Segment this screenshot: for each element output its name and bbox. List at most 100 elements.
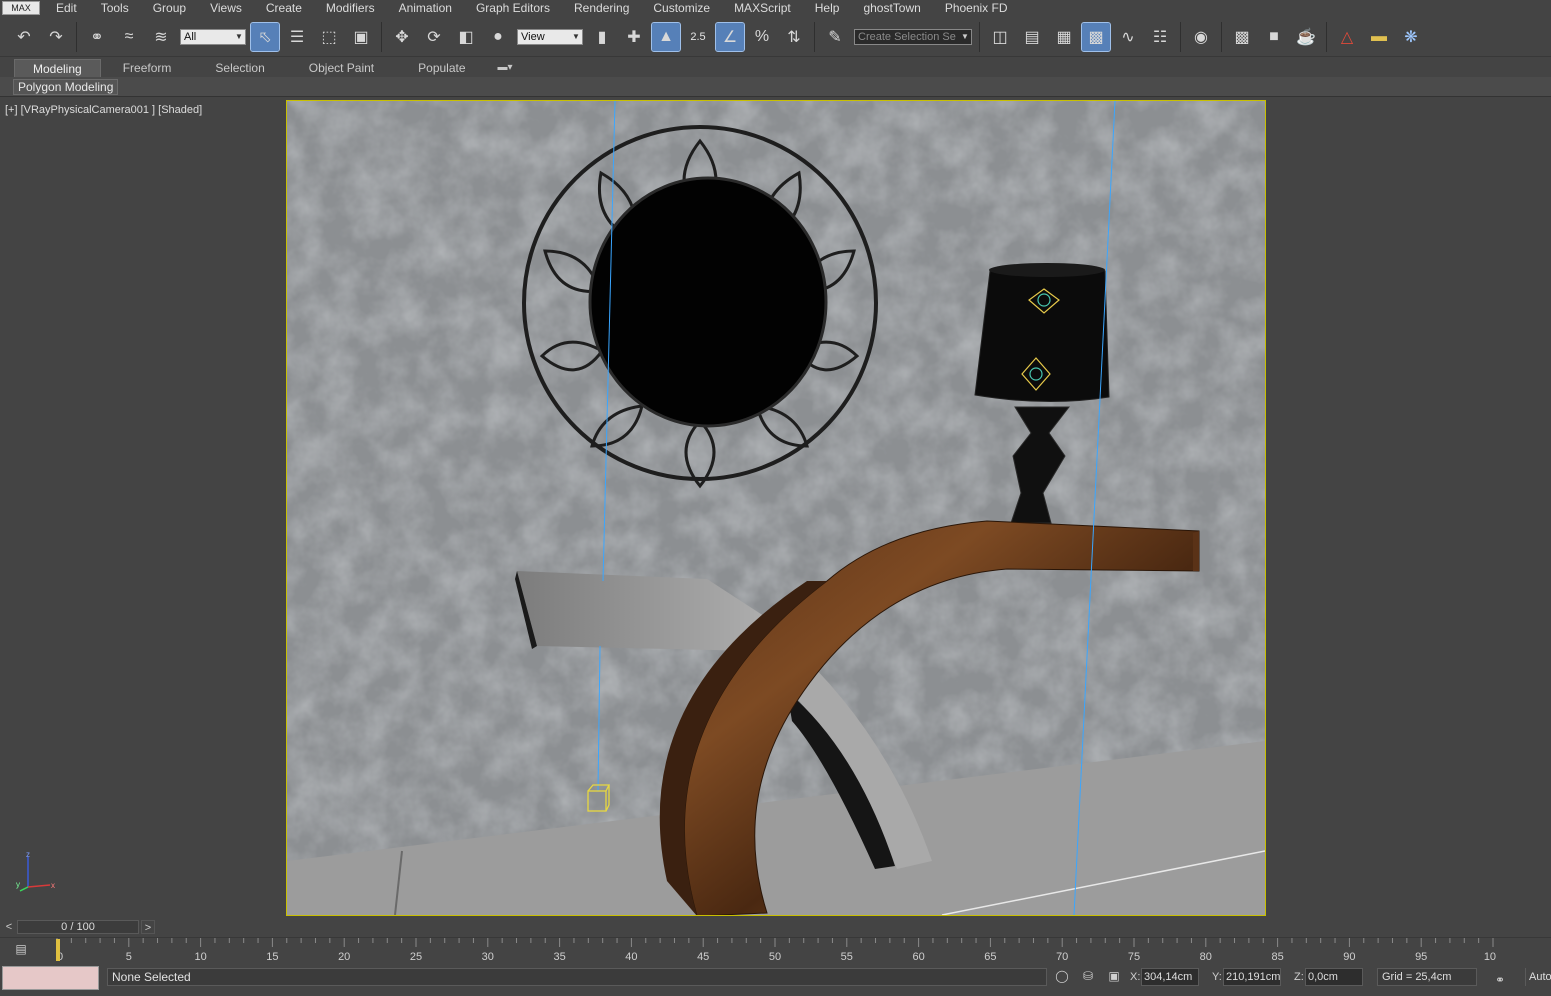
tab-selection[interactable]: Selection — [193, 59, 286, 77]
menu-modifiers[interactable]: Modifiers — [314, 0, 387, 16]
snaps-toggle-icon[interactable]: 2.5 — [684, 23, 712, 51]
menu-graph-editors[interactable]: Graph Editors — [464, 0, 562, 16]
selection-filter-value: All — [184, 30, 197, 43]
time-slider-frame[interactable]: 0 / 100 — [17, 920, 139, 934]
ruler-label: 15 — [266, 951, 278, 963]
spinner-snap-icon[interactable]: ⇅ — [780, 23, 808, 51]
menu-group[interactable]: Group — [141, 0, 198, 16]
curve-editor-mini-icon[interactable]: ▤ — [10, 942, 32, 958]
curve-editor-icon[interactable]: ∿ — [1114, 23, 1142, 51]
align-icon[interactable]: ▤ — [1018, 23, 1046, 51]
time-slider[interactable]: < 0 / 100 > — [0, 918, 1551, 936]
rotate-icon[interactable]: ⟳ — [420, 23, 448, 51]
selection-set-placeholder: Create Selection Se — [858, 30, 956, 43]
z-coord-field[interactable]: 0,0cm — [1305, 968, 1363, 986]
link-icon[interactable]: ⚭ — [83, 23, 111, 51]
select-object-icon[interactable]: ⬁ — [250, 21, 280, 52]
status-selection: None Selected — [107, 968, 1047, 986]
tab-object-paint[interactable]: Object Paint — [287, 59, 396, 77]
app-logo[interactable]: MAX — [2, 1, 40, 15]
ruler-label: 95 — [1415, 951, 1427, 963]
vray-icon[interactable]: △ — [1333, 23, 1361, 51]
window-crossing-icon[interactable]: ▣ — [347, 23, 375, 51]
menu-animation[interactable]: Animation — [387, 0, 464, 16]
rectangular-selection-icon[interactable]: ⬚ — [315, 23, 343, 51]
ruler-label: 10 — [194, 951, 206, 963]
camera-view[interactable] — [286, 100, 1266, 916]
lock-icon[interactable]: ⛁ — [1080, 969, 1096, 985]
scene-explorer-icon[interactable]: ▩ — [1081, 21, 1111, 52]
selection-set-dropdown[interactable]: Create Selection Se ▼ — [854, 28, 972, 45]
undo-icon[interactable]: ↶ — [10, 23, 38, 51]
ribbon-options-icon[interactable]: ▬▾ — [488, 59, 523, 77]
toolbar-divider — [979, 21, 980, 52]
maxscript-mini-listener[interactable] — [2, 966, 99, 990]
rendered-frame-window-icon[interactable]: ■ — [1260, 23, 1288, 51]
schematic-view-icon[interactable]: ☷ — [1146, 23, 1174, 51]
unlink-icon[interactable]: ≈ — [115, 23, 143, 51]
render-production-icon[interactable]: ☕ — [1292, 23, 1320, 51]
menu-tools[interactable]: Tools — [89, 0, 141, 16]
scale-icon[interactable]: ◧ — [452, 23, 480, 51]
menu-maxscript[interactable]: MAXScript — [722, 0, 803, 16]
render-setup-icon[interactable]: ▩ — [1228, 23, 1256, 51]
selection-filter-dropdown[interactable]: All ▼ — [180, 28, 246, 45]
move-icon[interactable]: ✥ — [388, 23, 416, 51]
ruler-label: 35 — [553, 951, 565, 963]
scene-render — [287, 101, 1265, 915]
toolbar-divider — [381, 21, 382, 52]
ruler-label: 75 — [1128, 951, 1140, 963]
menu-phoenix-fd[interactable]: Phoenix FD — [933, 0, 1020, 16]
menu-help[interactable]: Help — [803, 0, 852, 16]
bind-spacewarp-icon[interactable]: ≋ — [147, 23, 175, 51]
absolute-mode-icon[interactable]: ▣ — [1106, 969, 1122, 985]
x-label: X: — [1130, 971, 1141, 983]
ruler-label: 55 — [841, 951, 853, 963]
particle-icon[interactable]: ❋ — [1397, 23, 1425, 51]
key-icon[interactable]: ⚭ — [1492, 973, 1508, 989]
placement-icon[interactable]: ● — [484, 23, 512, 51]
percent-snap-icon[interactable]: % — [748, 23, 776, 51]
edit-named-selection-icon[interactable]: ✎ — [821, 23, 849, 51]
grid-size: Grid = 25,4cm — [1377, 968, 1477, 986]
ruler-label: 30 — [482, 951, 494, 963]
y-coord-field[interactable]: 210,191cm — [1223, 968, 1281, 986]
time-next-button[interactable]: > — [141, 920, 155, 934]
viewport[interactable]: [+] [VRayPhysicalCamera001 ] [Shaded] z … — [0, 99, 1551, 917]
auto-key-button[interactable]: Auto — [1525, 968, 1551, 986]
vray-tools-icon[interactable]: ▬ — [1365, 23, 1393, 51]
toolbar-divider — [1326, 21, 1327, 52]
x-coord-field[interactable]: 304,14cm — [1141, 968, 1199, 986]
time-prev-button[interactable]: < — [2, 920, 16, 934]
reference-coord-dropdown[interactable]: View ▼ — [517, 28, 583, 45]
pivot-icon[interactable]: ▮ — [588, 23, 616, 51]
tab-modeling[interactable]: Modeling — [14, 59, 101, 77]
menu-create[interactable]: Create — [254, 0, 314, 16]
toolbar-divider — [814, 21, 815, 52]
svg-text:x: x — [51, 881, 55, 890]
menu-customize[interactable]: Customize — [641, 0, 722, 16]
current-frame-marker — [56, 939, 60, 961]
tab-freeform[interactable]: Freeform — [101, 59, 194, 77]
menu-edit[interactable]: Edit — [44, 0, 89, 16]
layer-explorer-icon[interactable]: ▦ — [1050, 23, 1078, 51]
angle-snap-icon[interactable]: ∠ — [715, 21, 745, 52]
track-ruler[interactable]: 0 5 10 15 20 25 30 35 40 45 50 55 60 65 70 75 80 85 90 95 10… — [56, 938, 1496, 965]
keyboard-shortcut-override-icon[interactable]: ▲ — [651, 21, 681, 52]
tab-populate[interactable]: Populate — [396, 59, 487, 77]
redo-icon[interactable]: ↷ — [42, 23, 70, 51]
mirror-glass — [588, 176, 828, 428]
manipulate-icon[interactable]: ✚ — [620, 23, 648, 51]
y-label: Y: — [1212, 971, 1222, 983]
mirror-icon[interactable]: ◫ — [986, 23, 1014, 51]
menu-rendering[interactable]: Rendering — [562, 0, 641, 16]
viewport-label[interactable]: [+] [VRayPhysicalCamera001 ] [Shaded] — [5, 104, 202, 116]
isolate-icon[interactable]: ◯ — [1054, 969, 1070, 985]
z-label: Z: — [1294, 971, 1304, 983]
select-by-name-icon[interactable]: ☰ — [283, 23, 311, 51]
menu-views[interactable]: Views — [198, 0, 254, 16]
track-bar[interactable]: ▤ 0 5 10 15 20 25 30 35 40 45 50 55 60 65 70 75 80 85 90 95… — [0, 937, 1551, 965]
material-editor-icon[interactable]: ◉ — [1187, 23, 1215, 51]
menu-ghosttown[interactable]: ghostTown — [851, 0, 932, 16]
polygon-modeling-panel[interactable]: Polygon Modeling — [13, 79, 119, 95]
